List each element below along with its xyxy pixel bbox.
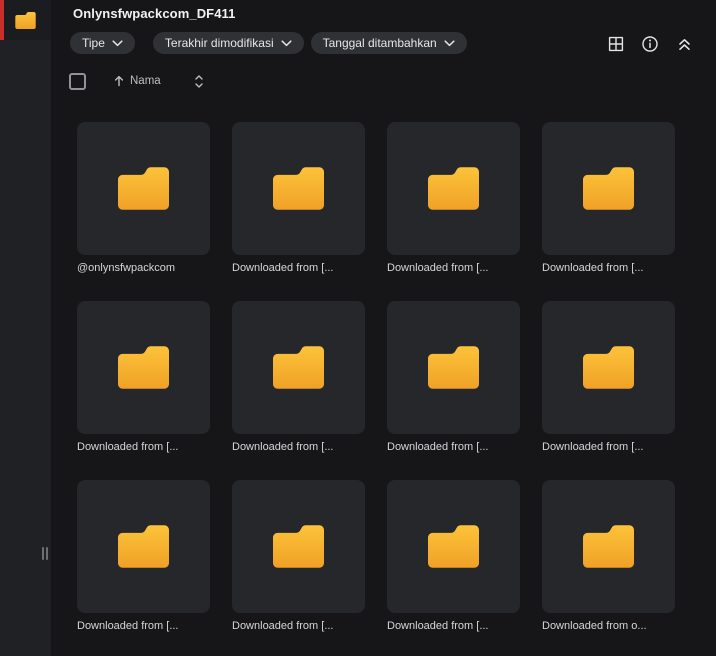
folder-card[interactable]: Downloaded from [...	[232, 122, 365, 275]
chevron-down-icon	[112, 39, 123, 46]
filter-chip-label: Tipe	[82, 36, 105, 50]
folder-icon	[428, 167, 479, 210]
folder-tile[interactable]	[232, 122, 365, 255]
folder-card[interactable]: Downloaded from [...	[387, 480, 520, 633]
folder-name: Downloaded from [...	[387, 441, 489, 453]
folder-name: Downloaded from [...	[232, 441, 334, 453]
folder-card[interactable]: Downloaded from o...	[542, 480, 675, 633]
folder-tile[interactable]	[542, 122, 675, 255]
filter-chip-label: Terakhir dimodifikasi	[164, 36, 274, 50]
sort-direction-toggle[interactable]	[193, 74, 205, 89]
folder-tile[interactable]	[77, 122, 210, 255]
filter-chip-bar: Tipe Terakhir dimodifikasi Tanggal ditam…	[70, 32, 474, 54]
page-title: Onlynsfwpackcom_DF411	[73, 6, 236, 21]
folder-icon	[583, 525, 634, 568]
info-icon	[642, 36, 658, 52]
folder-card[interactable]: Downloaded from [...	[77, 480, 210, 633]
folder-name: Downloaded from o...	[542, 620, 647, 632]
folder-icon	[15, 12, 36, 29]
folder-icon	[273, 525, 324, 568]
filter-chip[interactable]: Tipe	[70, 32, 135, 54]
folder-tile[interactable]	[387, 301, 520, 434]
folder-card[interactable]: Downloaded from [...	[542, 122, 675, 275]
folder-grid: @onlynsfwpackcom Downloaded from [... Do	[77, 122, 675, 633]
grid-view-button[interactable]	[605, 33, 627, 55]
chevron-down-icon	[281, 39, 292, 46]
active-indicator	[0, 0, 4, 40]
folder-icon	[583, 346, 634, 389]
grid-view-icon	[608, 36, 624, 52]
sidebar-item-active[interactable]	[0, 0, 51, 40]
folder-name: Downloaded from [...	[542, 441, 644, 453]
folder-tile[interactable]	[77, 301, 210, 434]
unfold-more-icon	[194, 74, 203, 88]
sort-label: Nama	[130, 75, 161, 87]
sidebar-resize-handle[interactable]	[42, 546, 50, 560]
info-button[interactable]	[639, 33, 661, 55]
folder-card[interactable]: Downloaded from [...	[77, 301, 210, 454]
sort-by-name[interactable]: Nama	[113, 75, 161, 87]
folder-name: Downloaded from [...	[77, 620, 179, 632]
folder-name: @onlynsfwpackcom	[77, 262, 175, 274]
folder-icon	[273, 167, 324, 210]
folder-tile[interactable]	[77, 480, 210, 613]
folder-card[interactable]: @onlynsfwpackcom	[77, 122, 210, 275]
collapse-button[interactable]	[673, 33, 695, 55]
folder-card[interactable]: Downloaded from [...	[542, 301, 675, 454]
folder-icon	[118, 525, 169, 568]
folder-icon	[583, 167, 634, 210]
select-all-checkbox[interactable]	[69, 72, 86, 90]
folder-icon	[118, 167, 169, 210]
chevron-down-icon	[444, 39, 455, 46]
folder-tile[interactable]	[232, 480, 365, 613]
arrow-up-icon	[114, 75, 124, 87]
folder-icon	[428, 525, 479, 568]
folder-name: Downloaded from [...	[542, 262, 644, 274]
folder-name: Downloaded from [...	[232, 262, 334, 274]
filter-chip[interactable]: Terakhir dimodifikasi	[152, 32, 304, 54]
folder-name: Downloaded from [...	[387, 620, 489, 632]
sidebar	[0, 0, 51, 656]
double-chevron-up-icon	[678, 38, 690, 50]
header-actions	[605, 33, 695, 55]
folder-tile[interactable]	[542, 301, 675, 434]
folder-icon	[273, 346, 324, 389]
list-controls: Nama	[69, 72, 205, 90]
folder-card[interactable]: Downloaded from [...	[387, 122, 520, 275]
folder-tile[interactable]	[387, 122, 520, 255]
folder-name: Downloaded from [...	[387, 262, 489, 274]
folder-icon	[118, 346, 169, 389]
folder-icon	[428, 346, 479, 389]
folder-card[interactable]: Downloaded from [...	[232, 480, 365, 633]
folder-card[interactable]: Downloaded from [...	[387, 301, 520, 454]
folder-tile[interactable]	[232, 301, 365, 434]
folder-name: Downloaded from [...	[232, 620, 334, 632]
main-panel: Onlynsfwpackcom_DF411 Tipe Terakhir dimo…	[51, 0, 716, 656]
folder-tile[interactable]	[542, 480, 675, 613]
folder-tile[interactable]	[387, 480, 520, 613]
folder-name: Downloaded from [...	[77, 441, 179, 453]
folder-card[interactable]: Downloaded from [...	[232, 301, 365, 454]
filter-chip-label: Tanggal ditambahkan	[322, 36, 437, 50]
filter-chip[interactable]: Tanggal ditambahkan	[310, 32, 467, 54]
